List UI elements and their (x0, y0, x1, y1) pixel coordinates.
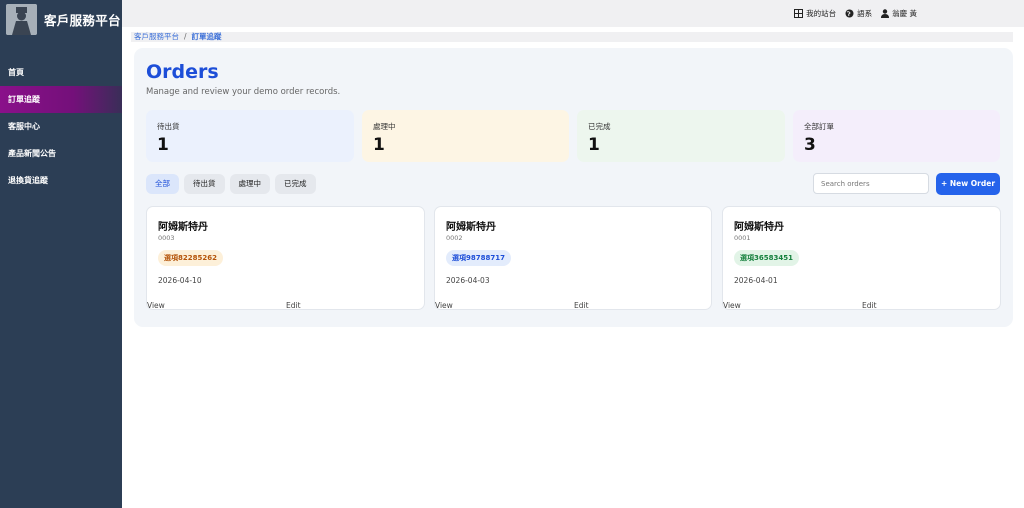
globe-icon (845, 9, 854, 18)
sidebar-item-product-news[interactable]: 產品新聞公告 (0, 140, 122, 167)
my-site-button[interactable]: 我的站台 (794, 8, 836, 19)
edit-link[interactable]: Edit (862, 301, 877, 310)
breadcrumb: 客戶服務平台 / 訂單追蹤 (131, 32, 1013, 42)
view-link[interactable]: View (723, 301, 741, 310)
order-name: 阿姆斯特丹 (158, 222, 208, 233)
brand-name: 客戶服務平台 (44, 12, 121, 28)
sidebar: 客戶服務平台 首頁 訂單追蹤 客服中心 產品新聞公告 退換貨追蹤 (0, 0, 122, 508)
top-actions: 我的站台 語系 翁慶 黃 (794, 8, 917, 19)
page-subtitle: Manage and review your demo order record… (146, 87, 341, 97)
order-id: 0003 (158, 234, 175, 242)
order-name: 阿姆斯特丹 (446, 222, 496, 233)
user-icon (881, 9, 890, 18)
order-tag-badge: 選項36583451 (734, 250, 799, 266)
breadcrumb-separator: / (184, 32, 187, 41)
user-name: 翁慶 黃 (892, 9, 917, 18)
edit-link[interactable]: Edit (286, 301, 301, 310)
stat-label: 待出貨 (157, 122, 180, 131)
sidebar-item-customer-service[interactable]: 客服中心 (0, 113, 122, 140)
view-link[interactable]: View (147, 301, 165, 310)
stat-card-completed: 已完成 1 (577, 110, 785, 162)
filter-pending-button[interactable]: 待出貨 (184, 174, 225, 194)
breadcrumb-current: 訂單追蹤 (191, 32, 222, 41)
order-name: 阿姆斯特丹 (734, 222, 784, 233)
stat-card-processing: 處理中 1 (362, 110, 569, 162)
stat-value: 1 (373, 135, 385, 155)
sidebar-item-home[interactable]: 首頁 (0, 59, 122, 86)
order-id: 0002 (446, 234, 463, 242)
brand[interactable]: 客戶服務平台 (6, 3, 121, 35)
page-title: Orders (146, 61, 219, 83)
order-date: 2026-04-01 (734, 276, 778, 285)
stat-value: 1 (588, 135, 600, 155)
stat-card-all-orders: 全部訂單 3 (793, 110, 1000, 162)
order-date: 2026-04-10 (158, 276, 202, 285)
breadcrumb-root-link[interactable]: 客戶服務平台 (131, 32, 179, 41)
order-card[interactable]: 阿姆斯特丹 0002 選項98788717 2026-04-03 View Ed… (434, 206, 712, 310)
stat-card-pending: 待出貨 1 (146, 110, 354, 162)
language-label: 語系 (857, 9, 873, 18)
stat-label: 處理中 (373, 122, 396, 131)
orders-panel: Orders Manage and review your demo order… (134, 48, 1013, 327)
edit-link[interactable]: Edit (574, 301, 589, 310)
stat-label: 全部訂單 (804, 122, 834, 131)
sidebar-item-returns-tracking[interactable]: 退換貨追蹤 (0, 167, 122, 194)
filter-tabs: 全部 待出貨 處理中 已完成 (146, 174, 321, 194)
filter-processing-button[interactable]: 處理中 (229, 174, 270, 194)
logo-icon (6, 3, 37, 35)
sidebar-nav: 首頁 訂單追蹤 客服中心 產品新聞公告 退換貨追蹤 (0, 59, 122, 194)
search-input[interactable] (813, 173, 929, 194)
order-date: 2026-04-03 (446, 276, 490, 285)
stat-value: 3 (804, 135, 816, 155)
sidebar-item-order-tracking[interactable]: 訂單追蹤 (0, 86, 122, 113)
stat-value: 1 (157, 135, 169, 155)
topbar: 我的站台 語系 翁慶 黃 (122, 0, 1024, 27)
order-card[interactable]: 阿姆斯特丹 0001 選項36583451 2026-04-01 View Ed… (722, 206, 1001, 310)
language-button[interactable]: 語系 (845, 8, 872, 19)
order-card[interactable]: 阿姆斯特丹 0003 選項82285262 2026-04-10 View Ed… (146, 206, 425, 310)
filter-completed-button[interactable]: 已完成 (275, 174, 316, 194)
order-tag-badge: 選項98788717 (446, 250, 511, 266)
view-link[interactable]: View (435, 301, 453, 310)
order-tag-badge: 選項82285262 (158, 250, 223, 266)
my-site-label: 我的站台 (806, 9, 837, 18)
grid-icon (794, 9, 804, 18)
new-order-button[interactable]: + New Order (936, 173, 1000, 195)
filter-all-button[interactable]: 全部 (146, 174, 179, 194)
order-id: 0001 (734, 234, 751, 242)
stat-label: 已完成 (588, 122, 611, 131)
user-menu[interactable]: 翁慶 黃 (881, 8, 917, 19)
